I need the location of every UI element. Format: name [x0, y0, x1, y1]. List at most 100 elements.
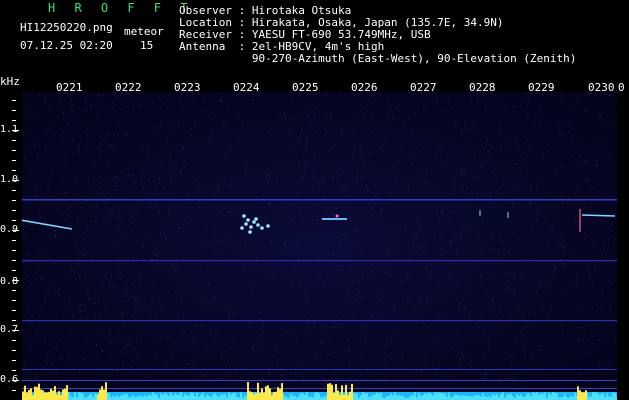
strip-peak	[261, 388, 263, 400]
noise-speck	[476, 209, 478, 211]
noise-speck	[56, 105, 59, 107]
noise-speck	[424, 354, 426, 356]
noise-speck	[408, 118, 410, 119]
signal-strength-strip	[22, 382, 617, 400]
noise-speck	[140, 145, 143, 147]
noise-speck	[85, 366, 87, 368]
noise-speck	[84, 97, 87, 99]
noise-speck	[282, 375, 284, 377]
noise-speck	[353, 129, 356, 131]
noise-speck	[318, 156, 321, 158]
noise-speck	[530, 355, 533, 357]
noise-speck	[177, 271, 180, 272]
noise-speck	[123, 354, 125, 356]
noise-speck	[511, 355, 513, 357]
noise-speck	[291, 287, 293, 289]
strip-bar	[302, 393, 304, 400]
noise-speck	[266, 174, 268, 176]
noise-speck	[133, 123, 136, 125]
noise-speck	[503, 225, 505, 227]
strip-peak	[281, 383, 283, 400]
noise-speck	[206, 270, 208, 272]
noise-speck	[596, 196, 598, 198]
noise-speck	[456, 335, 458, 337]
strip-peak	[263, 392, 265, 400]
noise-speck	[539, 251, 541, 253]
noise-speck	[258, 170, 261, 172]
noise-speck	[347, 187, 349, 189]
noise-speck	[403, 123, 406, 125]
noise-speck	[479, 250, 482, 251]
noise-speck	[402, 267, 404, 269]
noise-speck	[313, 254, 316, 256]
noise-speck	[312, 177, 315, 179]
noise-speck	[152, 251, 154, 253]
noise-speck	[144, 132, 146, 134]
noise-speck	[328, 150, 330, 152]
noise-speck	[516, 336, 518, 338]
noise-speck	[414, 344, 417, 346]
noise-speck	[569, 140, 572, 142]
noise-speck	[463, 224, 465, 226]
noise-speck	[363, 332, 366, 334]
noise-speck	[338, 270, 341, 272]
noise-speck	[257, 335, 260, 337]
noise-speck	[52, 347, 55, 349]
noise-speck	[283, 242, 286, 244]
noise-speck	[447, 345, 450, 347]
echo-speck	[240, 226, 244, 230]
noise-speck	[524, 93, 527, 95]
noise-speck	[315, 132, 318, 134]
noise-speck	[174, 270, 176, 272]
noise-speck	[431, 361, 434, 363]
noise-speck	[458, 361, 461, 363]
noise-speck	[359, 296, 361, 298]
noise-speck	[191, 332, 193, 333]
noise-speck	[60, 137, 63, 139]
strip-bar	[142, 396, 144, 400]
noise-speck	[181, 94, 183, 95]
strip-bar	[112, 395, 114, 400]
noise-speck	[142, 186, 145, 188]
noise-speck	[161, 286, 164, 288]
strip-bar	[306, 392, 308, 400]
noise-speck	[167, 212, 170, 214]
noise-speck	[405, 217, 407, 219]
noise-speck	[190, 311, 192, 313]
noise-speck	[84, 96, 86, 98]
noise-speck	[68, 346, 71, 348]
noise-speck	[522, 328, 524, 330]
strip-peak	[585, 390, 587, 400]
noise-speck	[335, 315, 338, 317]
strip-bar	[402, 395, 404, 400]
noise-speck	[263, 247, 265, 249]
noise-speck	[607, 121, 609, 123]
noise-speck	[55, 317, 58, 319]
strip-bar	[468, 396, 470, 400]
noise-speck	[27, 114, 30, 116]
noise-speck	[545, 283, 547, 285]
noise-speck	[433, 336, 436, 338]
noise-speck	[586, 264, 589, 266]
strip-peak	[335, 384, 337, 400]
noise-speck	[146, 263, 149, 265]
strip-bar	[410, 395, 412, 400]
noise-speck	[182, 314, 185, 316]
strip-bar	[548, 393, 550, 400]
noise-speck	[50, 169, 52, 171]
noise-speck	[415, 234, 417, 236]
strip-bar	[74, 392, 76, 400]
noise-speck	[124, 243, 127, 245]
noise-speck	[576, 284, 578, 286]
noise-speck	[129, 116, 131, 118]
noise-speck	[482, 334, 485, 335]
noise-speck	[156, 315, 159, 317]
noise-speck	[512, 202, 514, 204]
strip-bar	[222, 394, 224, 400]
noise-speck	[218, 93, 220, 95]
strip-peak	[38, 383, 40, 400]
noise-speck	[110, 275, 113, 277]
noise-speck	[297, 137, 299, 139]
noise-speck	[54, 230, 57, 232]
noise-speck	[484, 358, 486, 360]
